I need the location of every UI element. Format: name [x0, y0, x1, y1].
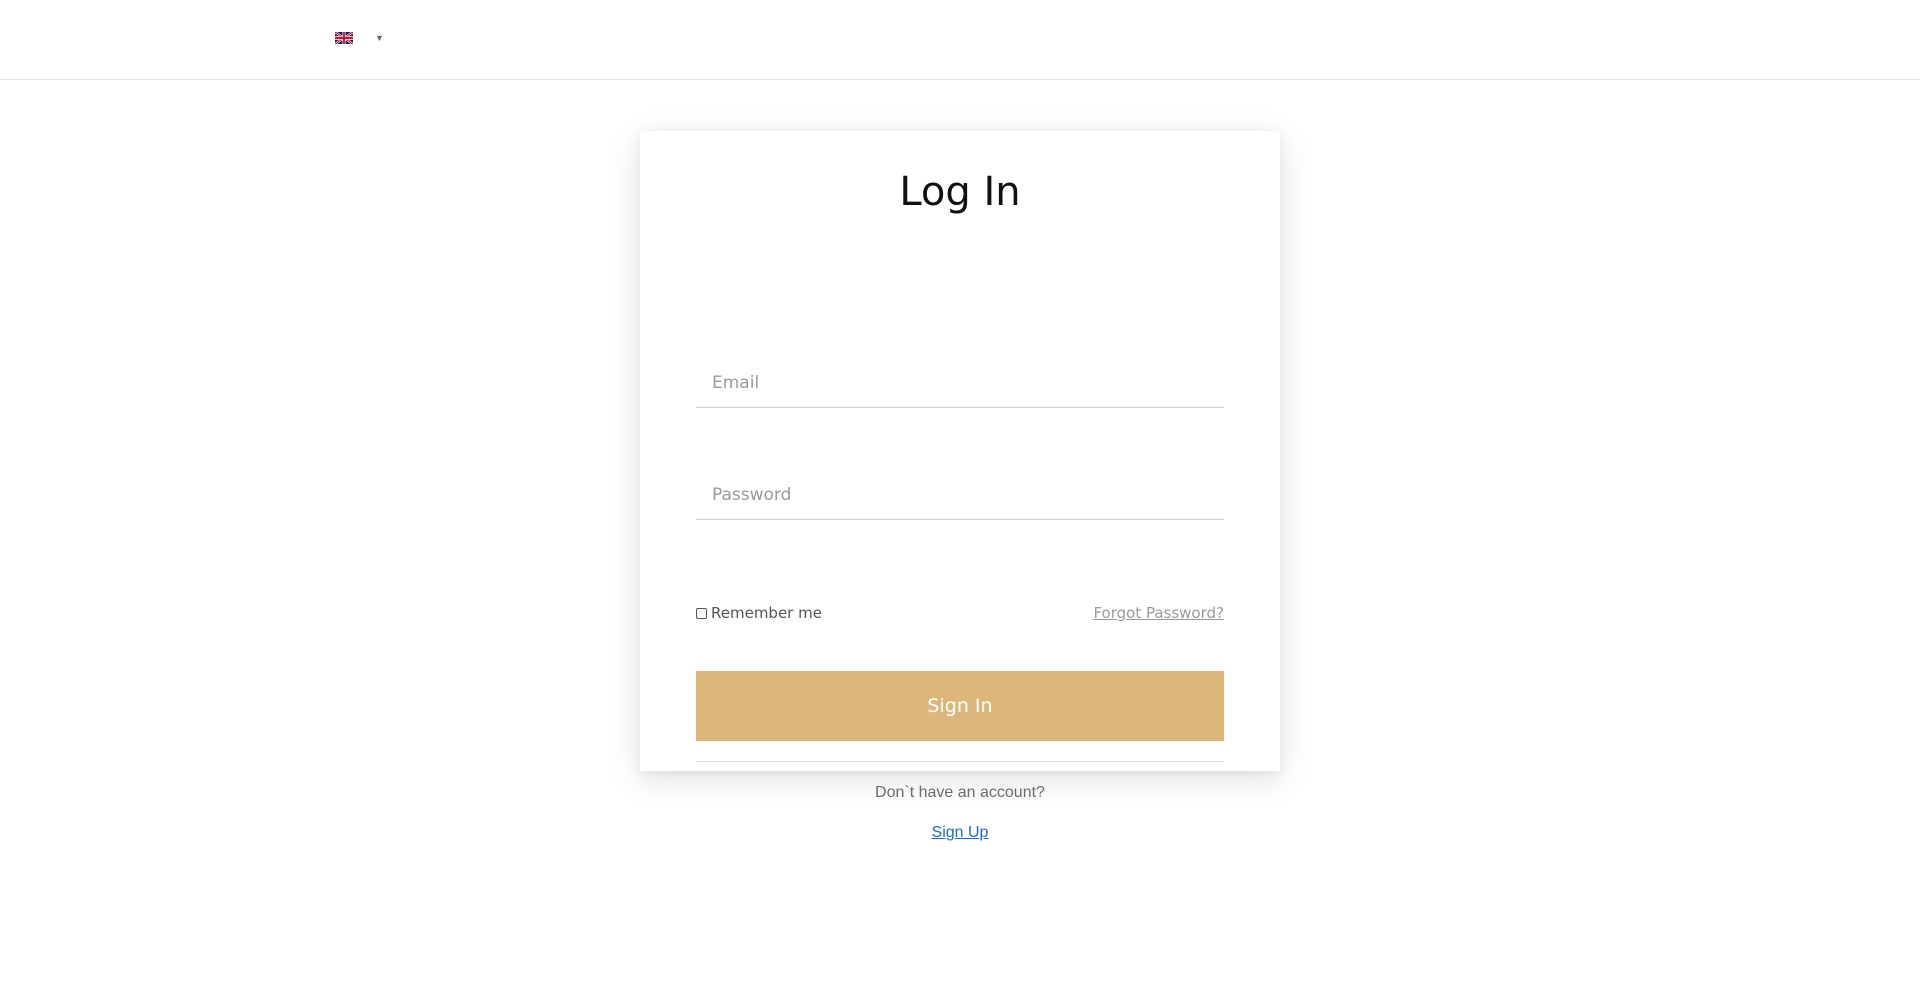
login-card: Log In Remember me Forgot Password? Sign… — [640, 131, 1280, 841]
signup-row: Sign Up — [640, 824, 1280, 842]
remember-me[interactable]: Remember me — [696, 604, 822, 622]
forgot-password-link[interactable]: Forgot Password? — [1093, 604, 1224, 622]
email-field[interactable] — [696, 359, 1224, 407]
divider — [696, 761, 1224, 762]
password-field-wrapper — [696, 471, 1224, 520]
remember-row: Remember me Forgot Password? — [696, 602, 1224, 624]
password-field[interactable] — [696, 471, 1224, 519]
uk-flag-icon — [335, 32, 353, 44]
top-header: ▼ — [0, 0, 1920, 80]
language-selector[interactable]: ▼ — [335, 32, 384, 44]
chevron-down-icon: ▼ — [375, 33, 384, 43]
sign-in-button[interactable]: Sign In — [696, 671, 1224, 741]
email-field-wrapper — [696, 359, 1224, 408]
remember-checkbox[interactable] — [696, 607, 707, 619]
remember-label: Remember me — [711, 604, 822, 622]
page-title: Log In — [899, 169, 1021, 215]
sign-up-link[interactable]: Sign Up — [932, 824, 989, 841]
no-account-text: Don`t have an account? — [875, 784, 1045, 801]
